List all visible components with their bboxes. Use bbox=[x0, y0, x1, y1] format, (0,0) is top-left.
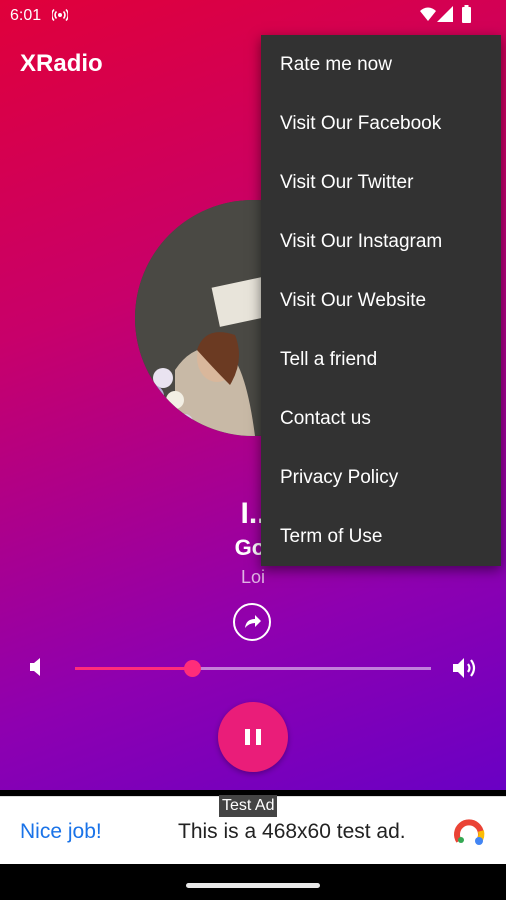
menu-item-visit-our-website[interactable]: Visit Our Website bbox=[261, 271, 501, 330]
pause-button[interactable] bbox=[218, 702, 288, 772]
menu-item-term-of-use[interactable]: Term of Use bbox=[261, 507, 501, 566]
home-gesture-handle[interactable] bbox=[186, 883, 320, 888]
share-button[interactable] bbox=[233, 603, 271, 641]
ad-banner[interactable]: Test Ad Nice job! This is a 468x60 test … bbox=[0, 795, 506, 865]
status-time: 6:01 bbox=[10, 7, 42, 24]
status-bar: 6:01 bbox=[0, 0, 506, 30]
battery-icon bbox=[462, 5, 471, 23]
ad-label: Test Ad bbox=[219, 795, 278, 817]
volume-slider[interactable] bbox=[75, 660, 431, 677]
menu-item-rate-me-now[interactable]: Rate me now bbox=[261, 35, 501, 94]
ad-text[interactable]: This is a 468x60 test ad. bbox=[178, 820, 406, 844]
volume-low-icon[interactable] bbox=[28, 656, 48, 678]
volume-slider-fill bbox=[75, 667, 193, 670]
volume-high-icon[interactable] bbox=[452, 655, 480, 681]
radio-broadcast-icon bbox=[52, 8, 68, 22]
menu-item-visit-our-twitter[interactable]: Visit Our Twitter bbox=[261, 153, 501, 212]
station-name: Loi bbox=[240, 567, 266, 587]
volume-slider-thumb[interactable] bbox=[184, 660, 202, 677]
ad-logo-icon bbox=[454, 819, 485, 845]
menu-item-visit-our-facebook[interactable]: Visit Our Facebook bbox=[261, 94, 501, 153]
player-screen: 6:01 XRadio I.. Gol Loi Rate me now Visi… bbox=[0, 0, 506, 790]
pause-icon-bar-right bbox=[256, 729, 261, 745]
app-title: XRadio bbox=[20, 50, 103, 77]
signal-icon bbox=[437, 6, 453, 22]
menu-item-tell-a-friend[interactable]: Tell a friend bbox=[261, 330, 501, 389]
menu-item-visit-our-instagram[interactable]: Visit Our Instagram bbox=[261, 212, 501, 271]
share-arrow-icon bbox=[245, 615, 261, 628]
ad-headline[interactable]: Nice job! bbox=[20, 820, 102, 844]
menu-item-privacy-policy[interactable]: Privacy Policy bbox=[261, 448, 501, 507]
navigation-bar bbox=[0, 864, 506, 900]
menu-item-contact-us[interactable]: Contact us bbox=[261, 389, 501, 448]
overflow-menu: Rate me now Visit Our Facebook Visit Our T… bbox=[261, 35, 501, 566]
wifi-icon bbox=[420, 7, 436, 21]
pause-icon-bar-left bbox=[245, 729, 250, 745]
